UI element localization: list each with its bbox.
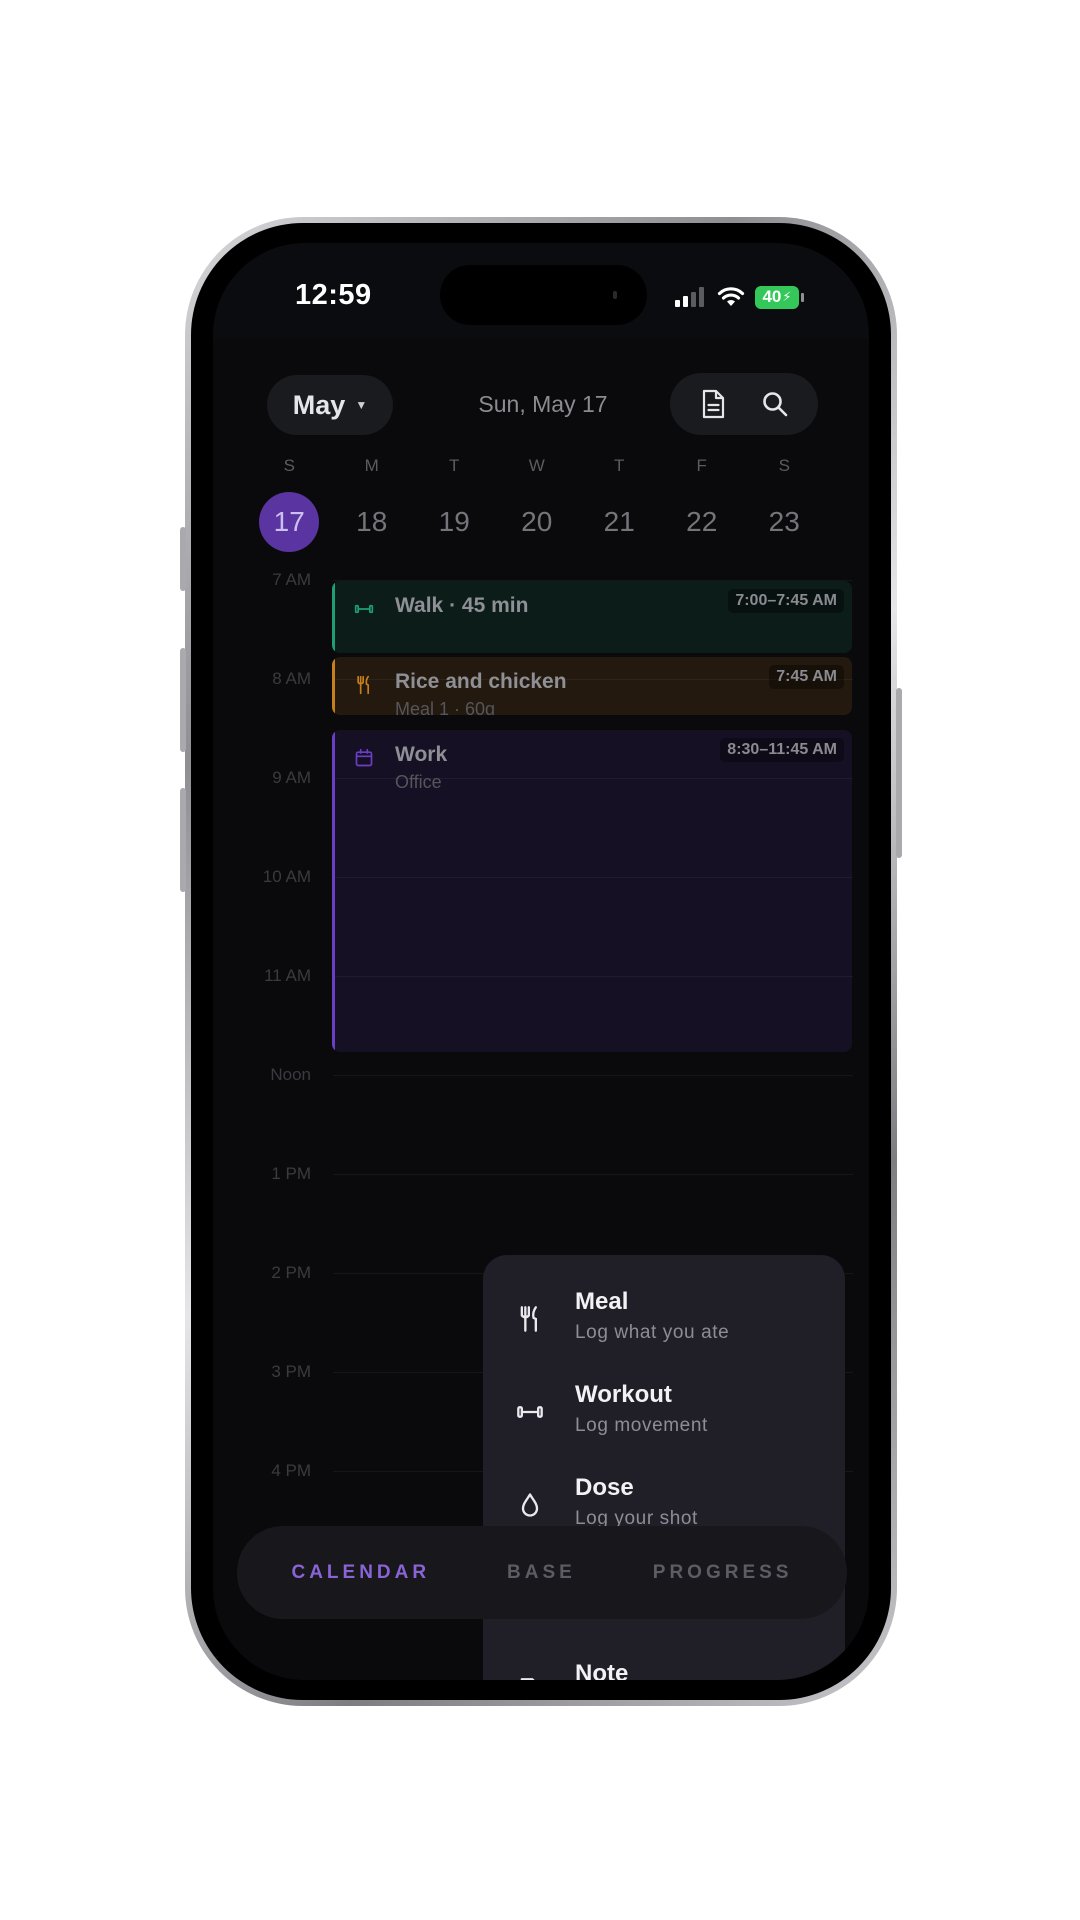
hour-gridline — [333, 1174, 853, 1175]
calendar-icon — [354, 748, 374, 773]
event-title: Rice and chicken — [395, 670, 567, 693]
dumbbell-icon — [354, 599, 374, 624]
menu-item-title: Meal — [575, 1288, 629, 1315]
menu-item-meal[interactable]: Meal Log what you ate — [483, 1288, 845, 1368]
week-strip: S M T W T F S 17 18 19 20 21 22 23 — [248, 456, 828, 552]
battery-icon: 40 ⚡ — [755, 285, 804, 309]
hour-label: 8 AM — [272, 669, 311, 688]
status-time: 12:59 — [295, 279, 372, 311]
event-accent-bar — [332, 657, 335, 715]
event-walk[interactable]: Walk · 45 min 7:00–7:45 AM — [332, 581, 852, 653]
document-icon — [702, 389, 725, 419]
weekday-label: M — [364, 456, 379, 475]
hour-label: 9 AM — [272, 768, 311, 787]
tab-bar: CALENDAR BASE PROGRESS — [237, 1526, 847, 1619]
day-cell[interactable]: 19 — [413, 492, 496, 552]
hour-label: 11 AM — [264, 966, 311, 985]
menu-item-subtitle: Log movement — [575, 1415, 708, 1436]
event-subtitle: Office — [395, 772, 442, 792]
volume-up-button — [180, 648, 186, 752]
utensils-icon — [513, 1302, 547, 1336]
tab-progress[interactable]: PROGRESS — [653, 1562, 793, 1584]
search-button[interactable] — [751, 380, 799, 428]
tab-calendar[interactable]: CALENDAR — [291, 1562, 430, 1584]
day-cell[interactable]: 20 — [496, 492, 579, 552]
event-time-badge: 7:00–7:45 AM — [728, 589, 844, 613]
battery-level: 40 — [762, 287, 782, 306]
day-number: 21 — [603, 506, 635, 537]
event-subtitle: Meal 1 · 60g — [395, 699, 496, 715]
caret-down-icon: ▼ — [355, 398, 368, 412]
dynamic-island — [440, 265, 647, 325]
weekday-label: S — [778, 456, 790, 475]
header-actions — [670, 373, 818, 435]
droplet-icon — [513, 1488, 547, 1522]
power-button — [896, 688, 902, 858]
volume-down-button — [180, 788, 186, 892]
selected-date-title: Sun, May 17 — [478, 391, 608, 417]
weekday-row: SMTWTFS — [248, 456, 828, 476]
event-work[interactable]: Work Office 8:30–11:45 AM — [332, 730, 852, 1052]
weekday-label: T — [614, 456, 625, 475]
wifi-icon — [717, 287, 745, 306]
screen: 12:59 40 ⚡ May ▼ Sun, May 17 S M T W T F… — [213, 243, 869, 1680]
hour-label: 7 AM — [272, 570, 311, 589]
signal-icon — [675, 287, 704, 307]
note-icon — [513, 1674, 547, 1680]
notes-button[interactable] — [689, 380, 737, 428]
weekday-label: T — [449, 456, 460, 475]
event-meal[interactable]: Rice and chicken Meal 1 · 60g 7:45 AM — [332, 657, 852, 715]
weekday-label: W — [528, 456, 545, 475]
status-icons: 40 ⚡ — [675, 285, 804, 309]
menu-item-subtitle: Log what you ate — [575, 1322, 730, 1343]
hour-label: 3 PM — [271, 1362, 311, 1381]
event-title: Walk · 45 min — [395, 594, 529, 617]
day-number: 20 — [521, 506, 553, 537]
tab-base[interactable]: BASE — [507, 1562, 576, 1584]
day-number-selected: 17 — [259, 492, 320, 552]
hour-label: 10 AM — [262, 867, 311, 886]
event-title: Work — [395, 743, 448, 766]
day-cell[interactable]: 21 — [578, 492, 661, 552]
day-cell[interactable]: 18 — [331, 492, 414, 552]
dumbbell-icon — [513, 1395, 547, 1429]
event-accent-bar — [332, 730, 335, 1052]
date-row: 17 18 19 20 21 22 23 — [248, 492, 828, 552]
menu-item-workout[interactable]: Workout Log movement — [483, 1381, 845, 1461]
menu-item-note[interactable]: Note Quick note — [483, 1660, 845, 1680]
action-button — [180, 527, 186, 591]
hour-label: 2 PM — [271, 1263, 311, 1282]
event-time-badge: 8:30–11:45 AM — [720, 738, 844, 762]
day-cell[interactable]: 23 — [743, 492, 826, 552]
hour-label: 4 PM — [271, 1461, 311, 1480]
day-cell[interactable]: 17 — [248, 492, 331, 552]
day-number: 22 — [686, 506, 718, 537]
event-accent-bar — [332, 581, 335, 653]
menu-item-title: Note — [575, 1660, 629, 1680]
day-cell[interactable]: 22 — [661, 492, 744, 552]
hour-gridline — [333, 1075, 853, 1076]
day-number: 18 — [356, 506, 388, 537]
event-time-badge: 7:45 AM — [769, 665, 844, 689]
hour-label: Noon — [270, 1065, 311, 1084]
menu-item-title: Workout — [575, 1381, 672, 1408]
weekday-label: S — [283, 456, 295, 475]
weekday-label: F — [696, 456, 707, 475]
utensils-icon — [354, 675, 374, 700]
day-number: 19 — [438, 506, 470, 537]
search-icon — [763, 392, 788, 417]
menu-item-title: Dose — [575, 1474, 634, 1501]
day-number: 23 — [768, 506, 800, 537]
hour-label: 1 PM — [271, 1164, 311, 1183]
month-label: May — [292, 389, 346, 420]
month-picker-button[interactable]: May ▼ — [267, 375, 393, 435]
